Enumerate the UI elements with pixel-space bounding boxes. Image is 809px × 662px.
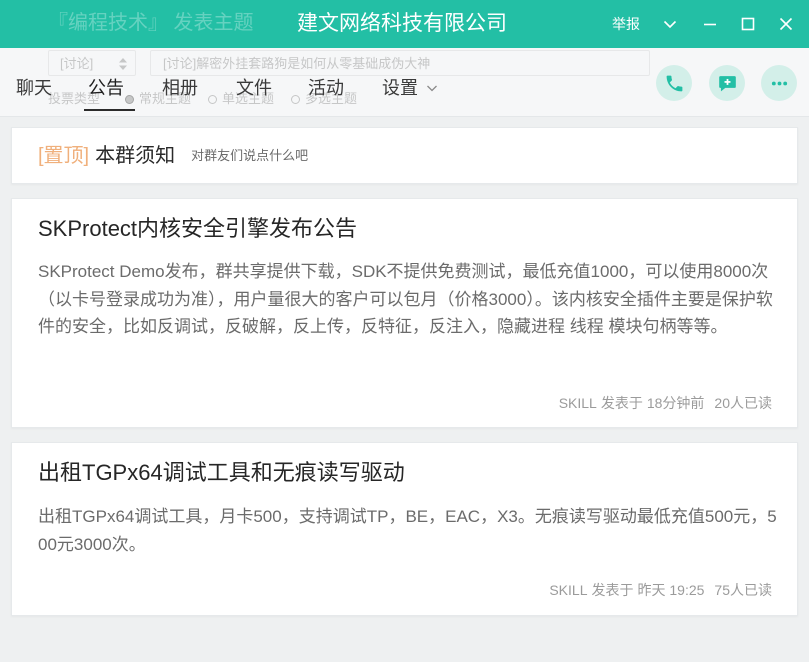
tab-label: 相册 xyxy=(162,78,198,98)
maximize-icon xyxy=(741,17,755,31)
announcement-title: SKProtect内核安全引擎发布公告 xyxy=(38,216,358,241)
announcement-read-count: 20人已读 xyxy=(714,395,772,411)
window-menu-button[interactable] xyxy=(662,16,678,32)
phone-icon xyxy=(666,75,682,91)
tab-label: 公告 xyxy=(88,78,124,98)
tab-files[interactable]: 文件 xyxy=(236,74,272,102)
ghost-compose-title: 『编程技术』 发表主题 xyxy=(48,12,254,34)
ghost-subject-value: [讨论]解密外挂套路狗是如何从零基础成伪大神 xyxy=(163,56,431,71)
radio-unchecked-icon xyxy=(208,94,218,104)
radio-unchecked-icon xyxy=(291,94,301,104)
announcement-time: 昨天 19:25 xyxy=(637,582,705,598)
ghost-subject-input: [讨论]解密外挂套路狗是如何从零基础成伪大神 xyxy=(150,50,650,76)
announcement-body: 出租TGPx64调试工具，月卡500，支持调试TP，BE，EAC，X3。无痕读写… xyxy=(38,507,777,554)
title-bar: 『编程技术』 发表主题 建文网络科技有限公司 举报 xyxy=(0,0,809,48)
announcement-author: SKILL xyxy=(558,395,597,411)
ghost-category-value: [讨论] xyxy=(60,56,94,71)
maximize-button[interactable] xyxy=(740,16,756,32)
tab-label: 文件 xyxy=(236,78,272,98)
tab-album[interactable]: 相册 xyxy=(162,74,198,102)
pinned-title: 本群须知 xyxy=(95,144,176,167)
minimize-button[interactable] xyxy=(702,16,718,32)
close-icon xyxy=(779,17,793,31)
radio-checked-icon xyxy=(125,94,134,104)
announcement-posted-label: 发表于 xyxy=(600,395,643,411)
tab-label: 活动 xyxy=(308,78,344,98)
announcement-meta: SKILL 发表于 昨天 19:25 75人已读 xyxy=(549,580,772,600)
announcement-author: SKILL xyxy=(549,582,588,598)
close-button[interactable] xyxy=(778,16,794,32)
tab-announcements[interactable]: 公告 xyxy=(88,74,124,102)
pinned-hint: 对群友们说点什么吧 xyxy=(191,147,309,163)
tab-label: 聊天 xyxy=(16,78,52,98)
tab-activities[interactable]: 活动 xyxy=(308,74,344,102)
new-announcement-button[interactable] xyxy=(709,65,745,101)
window-title: 建文网络科技有限公司 xyxy=(297,12,507,35)
pinned-badge: [置顶] xyxy=(38,144,90,167)
pinned-notice-card[interactable]: [置顶] 本群须知 对群友们说点什么吧 xyxy=(11,127,798,184)
ghost-category-select: [讨论] xyxy=(48,50,136,76)
new-message-icon xyxy=(718,75,736,91)
announcement-meta: SKILL 发表于 18分钟前 20人已读 xyxy=(559,393,772,413)
announcement-body: SKProtect Demo发布，群共享提供下载，SDK不提供免费测试，最低充值… xyxy=(38,262,773,336)
announcement-time: 18分钟前 xyxy=(646,395,705,411)
chevron-down-icon xyxy=(663,20,677,29)
select-arrows-icon xyxy=(119,58,127,70)
tab-chat[interactable]: 聊天 xyxy=(16,74,52,102)
more-button[interactable] xyxy=(761,65,797,101)
call-button[interactable] xyxy=(656,65,692,101)
active-tab-indicator xyxy=(84,109,135,111)
report-button[interactable]: 举报 xyxy=(612,14,640,34)
chevron-down-icon xyxy=(427,85,437,92)
announcement-read-count: 75人已读 xyxy=(714,582,772,598)
tab-label: 设置 xyxy=(382,78,418,98)
more-icon xyxy=(771,81,787,85)
tab-settings[interactable]: 设置 xyxy=(382,74,438,102)
announcement-card[interactable]: 出租TGPx64调试工具和无痕读写驱动 出租TGPx64调试工具，月卡500，支… xyxy=(11,442,798,616)
announcement-card[interactable]: SKProtect内核安全引擎发布公告 SKProtect Demo发布，群共享… xyxy=(11,198,798,428)
announcement-title: 出租TGPx64调试工具和无痕读写驱动 xyxy=(38,460,405,485)
minimize-icon xyxy=(704,23,716,26)
announcement-posted-label: 发表于 xyxy=(591,582,634,598)
